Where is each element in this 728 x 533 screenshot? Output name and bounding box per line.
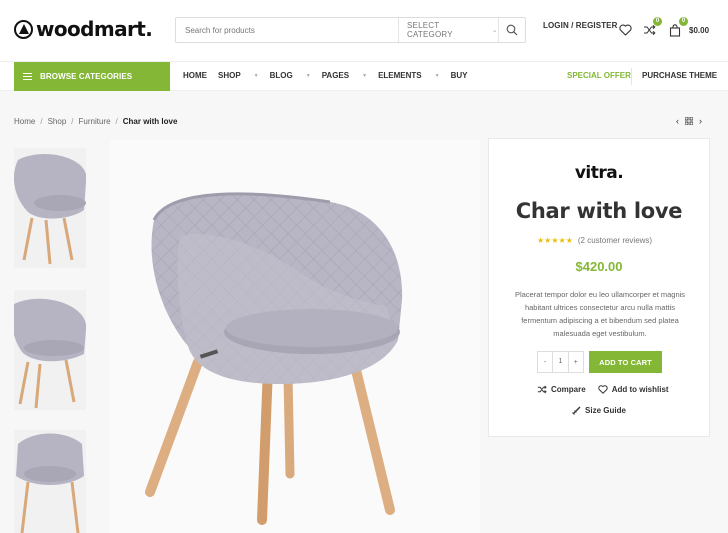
quantity-increase-button[interactable]: + — [569, 359, 583, 366]
menu-icon — [23, 73, 32, 80]
shuffle-icon — [643, 24, 656, 36]
chair-image — [145, 192, 403, 525]
quantity-stepper: - 1 + — [537, 351, 584, 373]
browse-categories-button[interactable]: BROWSE CATEGORIES — [14, 62, 170, 91]
purchase-theme-link[interactable]: PURCHASE THEME — [642, 71, 717, 80]
chevron-down-icon: ▼ — [305, 73, 311, 79]
product-thumbnail[interactable] — [14, 430, 86, 533]
nav-item-shop[interactable]: SHOP ▼ — [218, 71, 259, 80]
browse-categories-label: BROWSE CATEGORIES — [40, 72, 133, 81]
nav-item-buy[interactable]: BUY — [451, 71, 468, 80]
wishlist-button[interactable] — [617, 22, 633, 38]
chevron-left-icon[interactable]: ‹ — [676, 116, 679, 126]
search-input[interactable] — [176, 18, 398, 42]
chevron-right-icon[interactable]: › — [699, 116, 702, 126]
login-register-link[interactable]: LOGIN / REGISTER — [543, 21, 618, 30]
site-header: woodmart. SELECT CATEGORY ⌄ LOGIN / REGI… — [0, 0, 728, 61]
product-thumbnail[interactable] — [14, 148, 86, 268]
reviews-link[interactable]: (2 customer reviews) — [578, 236, 652, 245]
search-icon — [506, 24, 518, 36]
quantity-decrease-button[interactable]: - — [538, 359, 552, 366]
product-price: $420.00 — [575, 259, 623, 274]
logo-icon — [14, 19, 33, 39]
nav-item-pages-label: PAGES — [321, 71, 350, 80]
product-actions: Compare Add to wishlist — [537, 385, 669, 394]
quantity-input[interactable]: 1 — [552, 352, 569, 372]
search-button[interactable] — [498, 18, 525, 42]
product-summary: vitra. Char with love ★★★★★ (2 customer … — [488, 138, 710, 437]
product-main-image[interactable] — [110, 140, 480, 533]
heart-icon — [598, 385, 608, 394]
nav-menu: HOME SHOP ▼ BLOG ▼ PAGES ▼ ELEMENTS ▼ BUY — [183, 71, 478, 80]
chair-thumbnail-image — [14, 154, 86, 265]
nav-item-blog[interactable]: BLOG ▼ — [270, 71, 311, 80]
size-guide-label: Size Guide — [585, 406, 626, 415]
category-select-label: SELECT CATEGORY — [407, 21, 453, 39]
breadcrumb-home[interactable]: Home — [14, 117, 35, 126]
breadcrumb: Home / Shop / Furniture / Char with love — [14, 117, 177, 126]
heart-icon — [618, 24, 632, 36]
nav-item-home[interactable]: HOME — [183, 71, 207, 80]
chevron-down-icon: ▼ — [253, 73, 259, 79]
brand-logo[interactable]: vitra. — [489, 163, 709, 183]
breadcrumb-separator: / — [115, 117, 118, 126]
star-rating-icon: ★★★★★ — [537, 236, 573, 245]
chair-thumbnail-image — [14, 298, 86, 409]
search-bar: SELECT CATEGORY ⌄ — [175, 17, 526, 43]
product-rating: ★★★★★ (2 customer reviews) — [537, 236, 652, 245]
nav-item-pages[interactable]: PAGES ▼ — [322, 71, 367, 80]
breadcrumb-current: Char with love — [122, 117, 178, 126]
product-navigation: ‹ › — [676, 116, 702, 126]
chevron-down-icon: ▼ — [434, 73, 440, 79]
category-select[interactable]: SELECT CATEGORY ⌄ — [398, 18, 498, 42]
breadcrumb-separator: / — [71, 117, 74, 126]
nav-item-blog-label: BLOG — [269, 71, 293, 80]
logo-text: woodmart. — [36, 17, 153, 41]
wishlist-label: Add to wishlist — [611, 385, 669, 394]
size-guide-link[interactable]: Size Guide — [489, 406, 709, 415]
breadcrumb-shop[interactable]: Shop — [48, 117, 67, 126]
nav-item-elements-label: ELEMENTS — [378, 71, 422, 80]
cart-total[interactable]: $0.00 — [689, 26, 709, 35]
compare-count-badge: 0 — [653, 17, 662, 26]
special-offer-link[interactable]: SPECIAL OFFER — [567, 71, 631, 80]
nav-item-shop-label: SHOP — [218, 71, 241, 80]
site-logo[interactable]: woodmart. — [14, 17, 153, 41]
add-to-cart-button[interactable]: ADD TO CART — [589, 351, 662, 373]
chair-thumbnail-image — [16, 433, 84, 533]
grid-icon[interactable] — [685, 117, 693, 125]
shuffle-icon — [537, 385, 547, 394]
chevron-down-icon: ▼ — [362, 73, 368, 79]
cart-button[interactable]: 0 — [667, 17, 688, 38]
ruler-icon — [572, 406, 581, 415]
cart-count-badge: 0 — [679, 17, 688, 26]
compare-link[interactable]: Compare — [537, 385, 586, 394]
shopping-bag-icon — [669, 23, 681, 37]
main-navigation: BROWSE CATEGORIES HOME SHOP ▼ BLOG ▼ PAGES… — [0, 61, 728, 91]
add-to-wishlist-link[interactable]: Add to wishlist — [598, 385, 669, 394]
nav-item-elements[interactable]: ELEMENTS ▼ — [378, 71, 440, 80]
product-title: Char with love — [515, 199, 683, 223]
compare-button[interactable]: 0 — [641, 17, 662, 38]
breadcrumb-separator: / — [40, 117, 43, 126]
compare-label: Compare — [551, 385, 586, 394]
breadcrumb-furniture[interactable]: Furniture — [79, 117, 111, 126]
product-description: Placerat tempor dolor eu leo ullamcorper… — [514, 290, 686, 338]
product-thumbnail[interactable] — [14, 290, 86, 410]
nav-divider — [631, 68, 632, 85]
